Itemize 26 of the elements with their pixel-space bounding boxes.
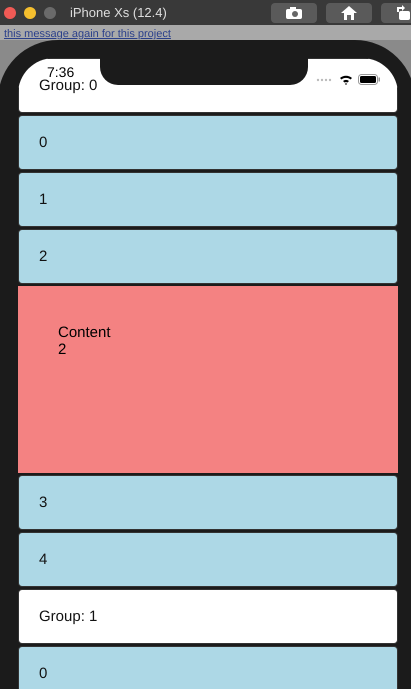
group-title: Group: 1: [39, 608, 98, 625]
home-button[interactable]: [326, 2, 372, 22]
list-row[interactable]: 2: [18, 229, 398, 284]
close-button[interactable]: [4, 6, 16, 18]
battery-icon: [358, 74, 380, 85]
row-label: 2: [39, 248, 48, 265]
home-icon: [340, 4, 358, 20]
row-label: 4: [39, 551, 48, 568]
list-row[interactable]: 1: [18, 172, 398, 227]
rotate-icon: [396, 4, 411, 20]
row-label: 1: [39, 191, 48, 208]
screenshot-button[interactable]: [271, 2, 317, 22]
list-row[interactable]: 0: [18, 115, 398, 170]
content-text: Content 2: [58, 324, 111, 358]
camera-icon: [285, 6, 303, 20]
wifi-icon: [339, 74, 353, 85]
row-label: 0: [39, 134, 48, 151]
list-row[interactable]: 3: [18, 475, 398, 530]
row-label: 3: [39, 494, 48, 511]
list-row[interactable]: 4: [18, 532, 398, 587]
row-label: 0: [39, 665, 48, 682]
group-title: Group: 0: [39, 77, 98, 94]
list-row[interactable]: 0: [18, 646, 398, 689]
status-time: 7:36: [47, 65, 74, 79]
minimize-button[interactable]: [24, 6, 36, 18]
window-title: iPhone Xs (12.4): [70, 5, 167, 20]
